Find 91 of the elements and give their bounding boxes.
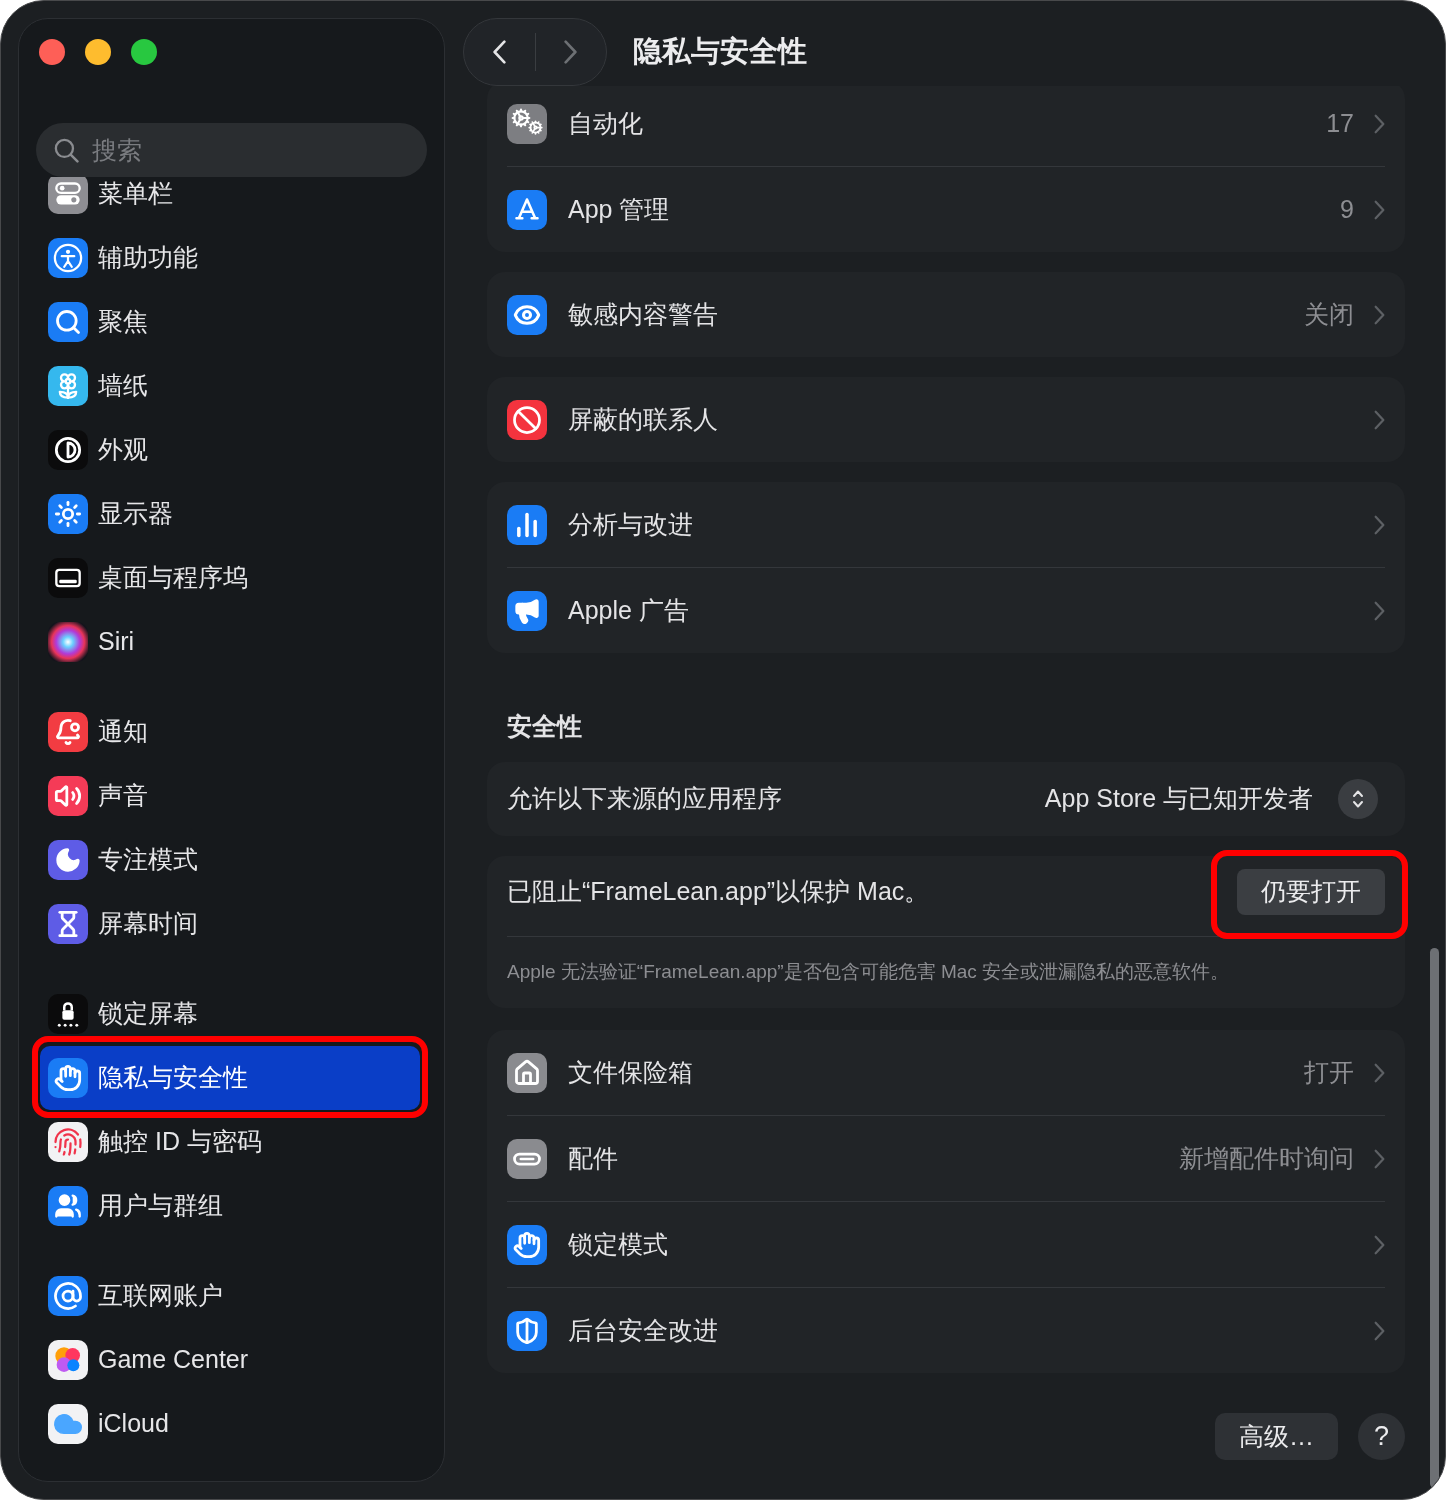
hourglass-icon xyxy=(48,904,88,944)
sidebar-item[interactable]: 聚焦 xyxy=(40,290,420,354)
at-sign-icon xyxy=(48,1276,88,1316)
open-anyway-button[interactable]: 仍要打开 xyxy=(1237,869,1385,915)
speaker-icon xyxy=(48,776,88,816)
chevron-right-icon xyxy=(564,40,578,64)
chevron-right-icon xyxy=(1374,514,1385,535)
row-label: 锁定模式 xyxy=(568,1228,668,1260)
up-down-chevron-icon xyxy=(1338,779,1378,819)
house-icon xyxy=(507,1052,547,1093)
moon-icon xyxy=(48,840,88,880)
eye-icon xyxy=(507,294,547,335)
chevron-right-icon xyxy=(1374,1148,1385,1169)
chevron-right-icon xyxy=(1374,1062,1385,1083)
sidebar-item[interactable]: Siri xyxy=(40,610,420,674)
blocked-message: 已阻止“FrameLean.app”以保护 Mac。 xyxy=(507,876,930,908)
sidebar-item[interactable]: 辅助功能 xyxy=(40,226,420,290)
row-label: 后台安全改进 xyxy=(568,1314,718,1346)
minimize-button[interactable] xyxy=(85,39,111,65)
sidebar-item[interactable]: 通知 xyxy=(40,700,420,764)
row-label: 文件保险箱 xyxy=(568,1056,693,1088)
chevron-right-icon xyxy=(1374,1234,1385,1255)
shield-icon xyxy=(507,1310,547,1351)
bell-icon xyxy=(48,712,88,752)
sidebar-item[interactable]: 锁定屏幕 xyxy=(40,982,420,1046)
chevron-right-icon xyxy=(1374,1320,1385,1341)
people-icon xyxy=(48,1186,88,1226)
row-value: 17 xyxy=(1326,107,1354,139)
advanced-button[interactable]: 高级… xyxy=(1215,1413,1338,1460)
sidebar-item[interactable]: 桌面与程序坞 xyxy=(40,546,420,610)
row-label: Apple 广告 xyxy=(568,594,689,626)
magnifier-icon xyxy=(48,302,88,342)
bar-chart-icon xyxy=(507,504,547,545)
sidebar-item[interactable]: Game Center xyxy=(40,1328,420,1392)
flower-icon xyxy=(48,366,88,406)
search-icon xyxy=(54,138,79,163)
hand-icon xyxy=(48,1058,88,1098)
sidebar-item[interactable]: 用户与群组 xyxy=(40,1174,420,1238)
sidebar-item[interactable]: 菜单栏 xyxy=(40,177,420,226)
connector-icon xyxy=(507,1138,547,1179)
scrollbar-thumb[interactable] xyxy=(1430,948,1439,1488)
row-label: 屏蔽的联系人 xyxy=(568,403,718,435)
sidebar-item[interactable]: 互联网账户 xyxy=(40,1264,420,1328)
row-value: 新增配件时询问 xyxy=(1179,1142,1354,1174)
sidebar-item[interactable]: 声音 xyxy=(40,764,420,828)
orb-icon xyxy=(48,622,88,662)
bubbles-icon xyxy=(48,1340,88,1380)
sidebar-item[interactable]: iCloud xyxy=(40,1392,420,1456)
row-label: 分析与改进 xyxy=(568,508,693,540)
section-heading: 安全性 xyxy=(507,711,582,741)
a-shape-icon xyxy=(507,189,547,230)
accessibility-icon xyxy=(48,238,88,278)
sidebar-item[interactable]: 显示器 xyxy=(40,482,420,546)
help-button[interactable]: ? xyxy=(1358,1413,1405,1460)
dock-icon xyxy=(48,558,88,598)
sidebar-item[interactable]: 隐私与安全性 xyxy=(40,1046,420,1110)
chevron-right-icon xyxy=(1374,199,1385,220)
row-label: 允许以下来源的应用程序 xyxy=(507,783,782,815)
sidebar-item[interactable]: 屏幕时间 xyxy=(40,892,420,956)
toggles-icon xyxy=(48,177,88,214)
row-value: 关闭 xyxy=(1304,298,1354,330)
chevron-right-icon xyxy=(1374,304,1385,325)
row-label: App 管理 xyxy=(568,193,670,225)
sidebar-item[interactable]: 专注模式 xyxy=(40,828,420,892)
window-title: 隐私与安全性 xyxy=(633,34,807,70)
search-field[interactable]: 搜索 xyxy=(36,123,427,177)
sidebar-item[interactable]: 墙纸 xyxy=(40,354,420,418)
row-label: 自动化 xyxy=(568,107,643,139)
source-select[interactable]: App Store 与已知开发者 xyxy=(1044,779,1378,819)
chevron-left-icon xyxy=(492,40,506,64)
no-entry-icon xyxy=(507,399,547,440)
sidebar-item[interactable]: 外观 xyxy=(40,418,420,482)
sidebar-item[interactable]: 触控 ID 与密码 xyxy=(40,1110,420,1174)
sun-icon xyxy=(48,494,88,534)
fingerprint-icon xyxy=(48,1122,88,1162)
contrast-icon xyxy=(48,430,88,470)
row-value: 9 xyxy=(1340,193,1354,225)
chevron-right-icon xyxy=(1374,113,1385,134)
warning-detail: Apple 无法验证“FrameLean.app”是否包含可能危害 Mac 安全或泄漏隐私的恶意软件。 xyxy=(507,960,1230,985)
chevron-right-icon xyxy=(1374,600,1385,621)
gears-icon xyxy=(507,103,547,144)
row-value: 打开 xyxy=(1304,1056,1354,1088)
zoom-button[interactable] xyxy=(131,39,157,65)
cloud-icon xyxy=(48,1404,88,1444)
lock-icon xyxy=(48,994,88,1034)
hand-icon xyxy=(507,1224,547,1265)
megaphone-icon xyxy=(507,590,547,631)
close-button[interactable] xyxy=(39,39,65,65)
row-label: 配件 xyxy=(568,1142,618,1174)
chevron-right-icon xyxy=(1374,409,1385,430)
row-label: 敏感内容警告 xyxy=(568,298,718,330)
